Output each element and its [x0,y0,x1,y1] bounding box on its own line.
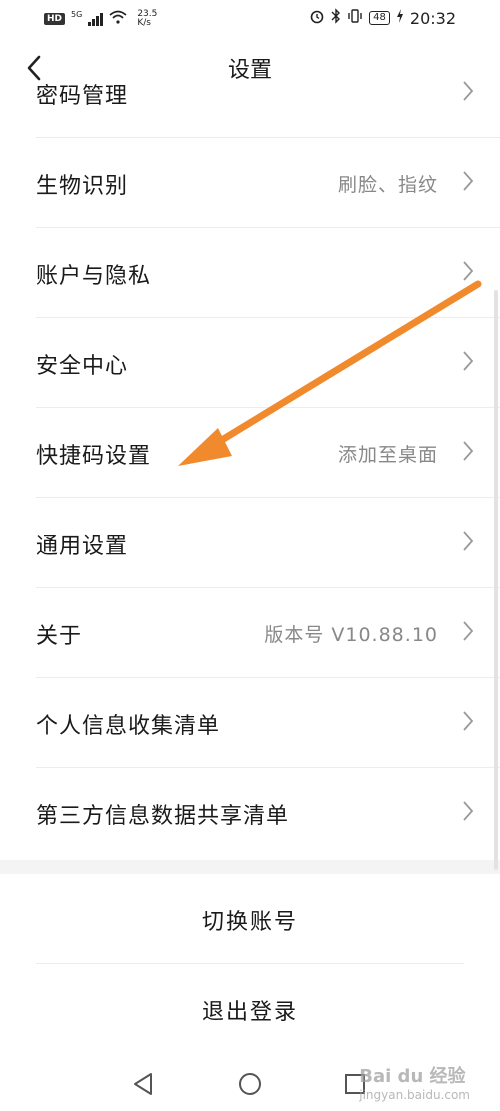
settings-row-biometric[interactable]: 生物识别 刷脸、指纹 [0,138,500,228]
row-label: 安全中心 [36,354,129,379]
row-label: 个人信息收集清单 [36,714,221,739]
alarm-icon [309,8,325,28]
settings-row-security-center[interactable]: 安全中心 [0,318,500,408]
status-right: 48 20:32 [309,8,456,28]
speed-unit: K/s [137,18,151,28]
status-left: HD 5G 23.5 K/s [44,10,157,28]
charging-icon [396,9,404,27]
settings-row-personal-info-list[interactable]: 个人信息收集清单 [0,678,500,768]
signal-icon [88,12,104,26]
settings-row-shortcut-code[interactable]: 快捷码设置 添加至桌面 [0,408,500,498]
watermark-site: jingyan.baidu.com [359,1088,470,1102]
status-bar: HD 5G 23.5 K/s 48 20:32 [0,0,500,40]
scrollbar[interactable] [494,290,498,870]
battery-indicator: 48 [369,11,390,25]
logout-button[interactable]: 退出登录 [0,964,500,1054]
chevron-right-icon [462,170,474,196]
row-label: 通用设置 [36,534,129,559]
chevron-right-icon [462,440,474,466]
vibrate-icon [347,9,363,27]
section-gap [0,860,500,874]
clock: 20:32 [409,8,456,28]
triangle-back-icon [134,1073,152,1095]
wifi-icon [109,10,127,28]
network-type: 5G [71,9,83,19]
row-value: 版本号 V10.88.10 [264,624,438,646]
row-label: 快捷码设置 [36,444,152,469]
settings-row-third-party-sharing[interactable]: 第三方信息数据共享清单 [0,768,500,858]
row-label: 账户与隐私 [36,264,152,289]
chevron-right-icon [462,350,474,376]
settings-row-account-privacy[interactable]: 账户与隐私 [0,228,500,318]
nav-home-button[interactable] [235,1069,265,1099]
chevron-right-icon [462,620,474,646]
settings-list[interactable]: 密码管理 生物识别 刷脸、指纹 账户与隐私 安全中心 快捷码设置 添加至桌面 通… [0,48,500,860]
bluetooth-icon [331,8,341,28]
logout-label: 退出登录 [201,1000,298,1025]
baidu-watermark: Bai du 经验 jingyan.baidu.com [359,1062,470,1102]
watermark-brand: Bai du 经验 [359,1066,466,1087]
chevron-right-icon [462,800,474,826]
row-value: 刷脸、指纹 [337,174,438,196]
switch-account-label: 切换账号 [201,910,298,935]
chevron-right-icon [462,260,474,286]
row-label: 关于 [36,624,83,649]
nav-back-button[interactable] [128,1069,158,1099]
row-label: 密码管理 [36,84,129,109]
chevron-right-icon [462,80,474,106]
row-label: 第三方信息数据共享清单 [36,804,290,829]
chevron-right-icon [462,530,474,556]
settings-row-about[interactable]: 关于 版本号 V10.88.10 [0,588,500,678]
hd-badge: HD [44,13,66,25]
row-label: 生物识别 [36,174,129,199]
chevron-right-icon [462,710,474,736]
row-value: 添加至桌面 [337,444,438,466]
network-speed: 23.5 K/s [137,10,157,28]
circle-home-icon [239,1073,261,1095]
settings-row-password[interactable]: 密码管理 [0,48,500,138]
settings-row-general[interactable]: 通用设置 [0,498,500,588]
switch-account-button[interactable]: 切换账号 [0,874,500,964]
